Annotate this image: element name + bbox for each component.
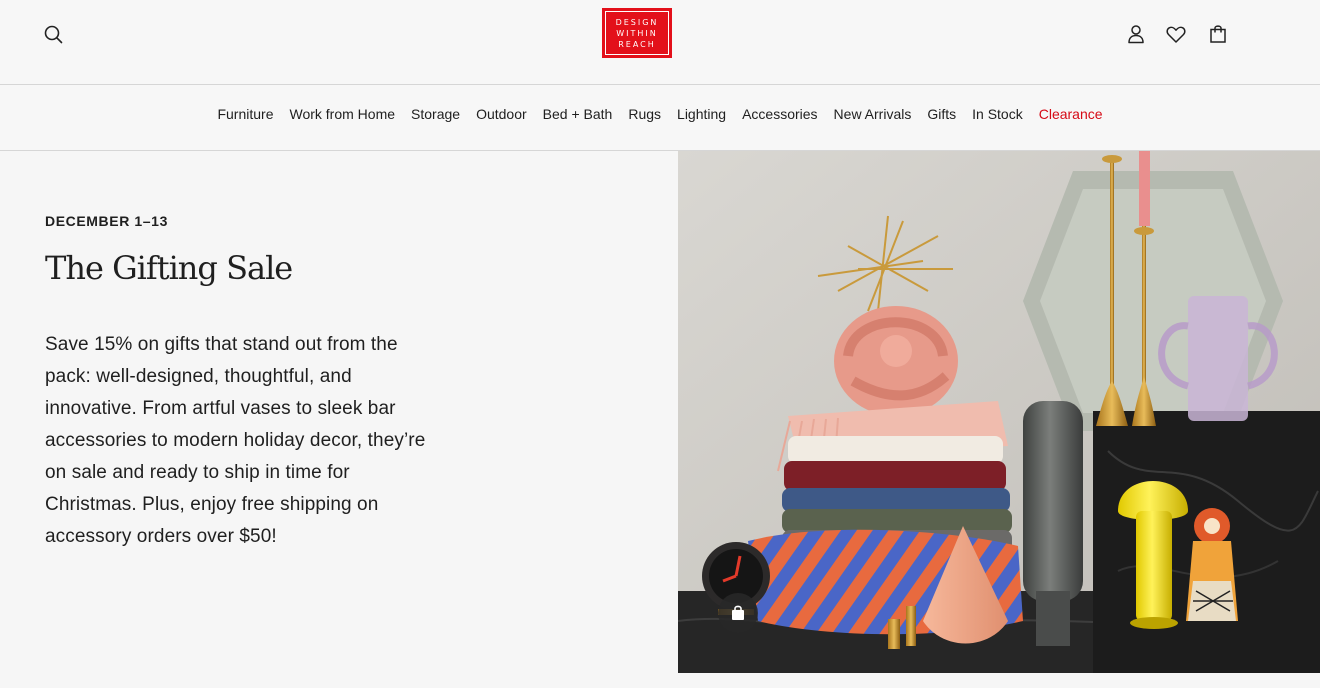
nav-item-bed-bath[interactable]: Bed + Bath <box>543 105 613 123</box>
site-header: DESIGN WITHIN REACH <box>0 0 1320 85</box>
logo-line-1: DESIGN <box>615 17 659 27</box>
search-icon <box>44 25 63 44</box>
nav-item-furniture[interactable]: Furniture <box>217 105 273 123</box>
nav-item-new-arrivals[interactable]: New Arrivals <box>834 105 912 123</box>
nav-item-gifts[interactable]: Gifts <box>927 105 956 123</box>
heart-icon <box>1166 26 1186 43</box>
hero-description: Save 15% on gifts that stand out from th… <box>45 334 426 547</box>
nav-item-lighting[interactable]: Lighting <box>677 105 726 123</box>
nav-item-clearance[interactable]: Clearance <box>1039 105 1103 123</box>
nav-list: Furniture Work from Home Storage Outdoor… <box>0 105 1320 123</box>
wishlist-button[interactable] <box>1164 22 1188 46</box>
shop-the-look-button[interactable] <box>718 593 758 633</box>
account-button[interactable] <box>1124 22 1148 46</box>
nav-item-rugs[interactable]: Rugs <box>628 105 661 123</box>
search-button[interactable] <box>40 22 66 48</box>
logo-frame: DESIGN WITHIN REACH <box>605 11 669 55</box>
nav-item-accessories[interactable]: Accessories <box>742 105 817 123</box>
main-navigation: Furniture Work from Home Storage Outdoor… <box>0 85 1320 151</box>
nav-item-in-stock[interactable]: In Stock <box>972 105 1023 123</box>
logo-line-3: REACH <box>618 39 656 49</box>
cart-button[interactable] <box>1206 22 1230 46</box>
shopping-bag-icon <box>1210 25 1226 43</box>
nav-item-work-from-home[interactable]: Work from Home <box>289 105 395 123</box>
user-icon <box>1128 25 1144 44</box>
hero-text-panel: DECEMBER 1–13 The Gifting Sale Save 15% … <box>45 151 645 673</box>
logo-line-2: WITHIN <box>616 28 658 38</box>
sale-dates: DECEMBER 1–13 <box>45 213 168 229</box>
shopping-bag-icon <box>732 605 744 620</box>
nav-item-storage[interactable]: Storage <box>411 105 460 123</box>
nav-item-outdoor[interactable]: Outdoor <box>476 105 527 123</box>
hero-illustration <box>678 151 1320 673</box>
hero-title[interactable]: The Gifting Sale <box>45 249 293 287</box>
brand-logo[interactable]: DESIGN WITHIN REACH <box>602 8 672 58</box>
hero-product-image[interactable] <box>678 151 1320 673</box>
